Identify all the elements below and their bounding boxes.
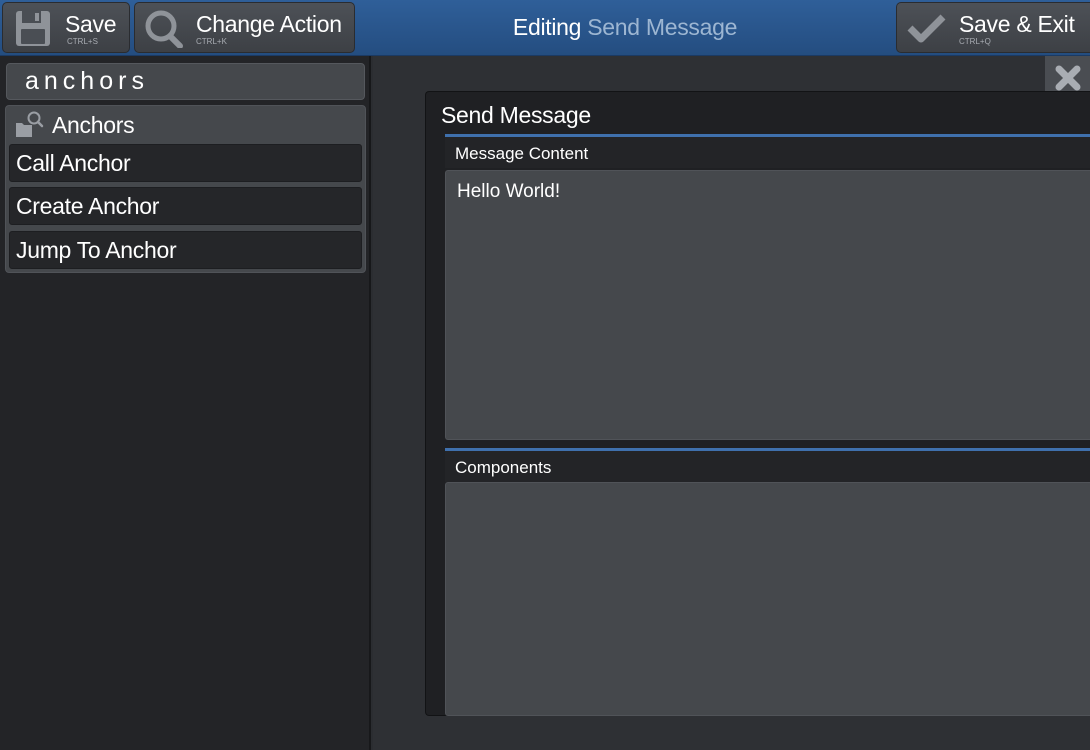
action-item-jump-to-anchor[interactable]: Jump To Anchor <box>9 231 362 269</box>
change-action-label: Change Action <box>196 11 342 37</box>
components-area[interactable] <box>445 482 1090 716</box>
message-content-header: Message Content <box>445 134 1090 168</box>
message-content-input[interactable]: Hello World! <box>445 170 1090 440</box>
floppy-disk-icon <box>16 11 50 46</box>
save-button[interactable]: Save CTRL+S <box>2 2 130 53</box>
message-content-value: Hello World! <box>457 181 561 202</box>
change-action-button[interactable]: Change Action CTRL+K <box>134 2 355 53</box>
magnifier-icon <box>145 10 183 48</box>
top-toolbar: Save CTRL+S Change Action CTRL+K Editing… <box>0 0 1090 56</box>
save-shortcut: CTRL+S <box>67 37 98 46</box>
checkmark-icon <box>907 14 946 43</box>
action-group-anchors: Anchors Call Anchor Create Anchor Jump T… <box>5 105 366 273</box>
save-label: Save <box>65 11 117 37</box>
group-label: Anchors <box>52 112 135 138</box>
action-item-create-anchor[interactable]: Create Anchor <box>9 187 362 225</box>
action-sidebar: anchors Anchors Call Anchor Create Ancho… <box>0 56 371 750</box>
change-action-shortcut: CTRL+K <box>196 37 227 46</box>
save-exit-button[interactable]: Save & Exit CTRL+Q <box>896 2 1090 53</box>
close-x-icon <box>1055 65 1081 91</box>
editor-title-action: Send Message <box>587 14 738 40</box>
action-panel: Send Message Message Content Hello World… <box>425 91 1090 716</box>
folder-search-icon <box>16 111 44 137</box>
group-header[interactable]: Anchors <box>6 106 365 142</box>
save-exit-label: Save & Exit <box>959 11 1075 37</box>
components-header: Components <box>445 448 1090 482</box>
components-label: Components <box>455 458 552 477</box>
editor-title: Editing Send Message <box>430 14 820 41</box>
save-exit-shortcut: CTRL+Q <box>959 37 991 46</box>
message-content-label: Message Content <box>455 144 589 163</box>
panel-title: Send Message <box>441 102 591 128</box>
action-search-input[interactable]: anchors <box>6 63 365 100</box>
action-item-call-anchor[interactable]: Call Anchor <box>9 144 362 182</box>
editor-title-prefix: Editing <box>512 14 582 40</box>
